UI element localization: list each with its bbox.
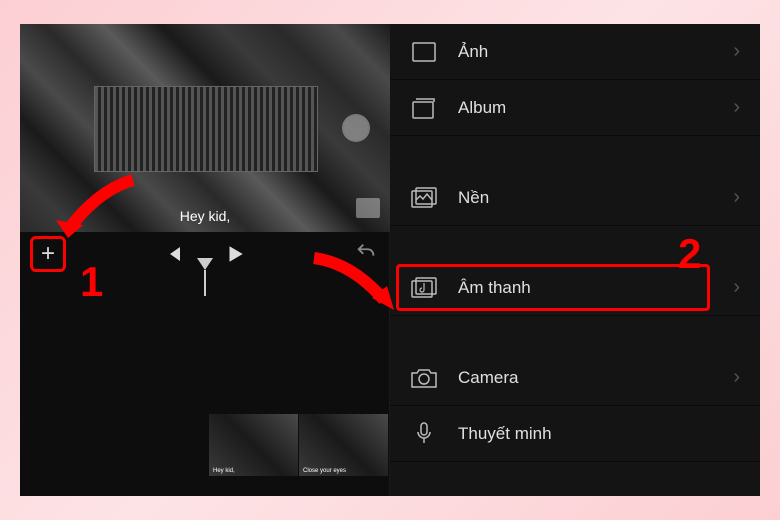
camera-icon — [410, 364, 438, 392]
menu-item-audio[interactable]: Âm thanh › — [390, 260, 760, 316]
microphone-icon — [410, 420, 438, 448]
video-frame — [20, 24, 390, 232]
record-indicator — [342, 114, 370, 142]
menu-label: Camera — [458, 368, 713, 388]
menu-label: Âm thanh — [458, 278, 713, 298]
album-icon — [410, 94, 438, 122]
media-menu-panel: Ảnh › Album › Nền › Âm thanh › — [390, 24, 760, 496]
chevron-right-icon: › — [733, 186, 740, 209]
menu-label: Thuyết minh — [458, 424, 740, 444]
clip-label: Close your eyes — [303, 468, 346, 474]
video-preview[interactable]: Hey kid, — [20, 24, 390, 232]
subtitle-text: Hey kid, — [180, 208, 231, 224]
playhead[interactable] — [197, 258, 213, 296]
timeline-clip[interactable]: Hey kid, Close your eyes — [209, 414, 389, 476]
text-tool-icon[interactable] — [356, 198, 380, 218]
timeline[interactable]: Hey kid, Close your eyes — [20, 276, 389, 496]
clip-label: Hey kid, — [213, 468, 235, 474]
menu-label: Ảnh — [458, 42, 713, 62]
image-icon — [410, 38, 438, 66]
menu-item-album[interactable]: Album › — [390, 80, 760, 136]
previous-button[interactable] — [164, 244, 184, 264]
chevron-right-icon: › — [733, 276, 740, 299]
add-media-button[interactable]: + — [32, 238, 64, 270]
audio-icon — [410, 274, 438, 302]
menu-label: Album — [458, 98, 713, 118]
editor-panel: Hey kid, + — [20, 24, 390, 496]
chevron-right-icon: › — [733, 40, 740, 63]
chevron-right-icon: › — [733, 96, 740, 119]
menu-item-camera[interactable]: Camera › — [390, 350, 760, 406]
menu-item-voiceover[interactable]: Thuyết minh — [390, 406, 760, 462]
undo-button[interactable] — [355, 241, 377, 268]
menu-label: Nền — [458, 188, 713, 208]
annotation-highlight-1 — [30, 236, 66, 272]
menu-item-image[interactable]: Ảnh › — [390, 24, 760, 80]
chevron-right-icon: › — [733, 366, 740, 389]
play-button[interactable] — [224, 243, 246, 265]
menu-item-background[interactable]: Nền › — [390, 170, 760, 226]
background-icon — [410, 184, 438, 212]
